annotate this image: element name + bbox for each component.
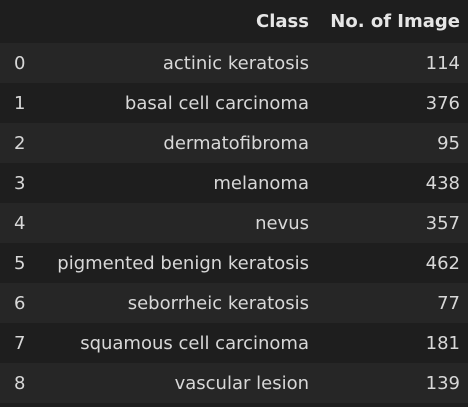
row-index: 4 (14, 212, 26, 234)
row-index: 2 (14, 132, 26, 154)
count-column-header: No. of Image (330, 11, 460, 32)
table-body: 0 actinic keratosis 114 1 basal cell car… (0, 43, 468, 403)
row-index: 7 (14, 332, 26, 354)
row-index: 0 (14, 52, 26, 74)
table-row: 0 actinic keratosis 114 (0, 43, 468, 83)
dataframe-table: Class No. of Image 0 actinic keratosis 1… (0, 0, 468, 403)
class-cell: nevus (255, 212, 309, 234)
table-header: Class No. of Image (0, 0, 468, 43)
dataframe-output: Class No. of Image 0 actinic keratosis 1… (0, 0, 468, 407)
table-row: 4 nevus 357 (0, 203, 468, 243)
index-column-header (0, 0, 40, 43)
count-cell: 77 (437, 292, 460, 314)
row-index: 8 (14, 372, 26, 394)
count-cell: 438 (425, 172, 460, 194)
table-row: 7 squamous cell carcinoma 181 (0, 323, 468, 363)
class-cell: pigmented benign keratosis (57, 252, 309, 274)
class-cell: dermatofibroma (163, 132, 309, 154)
class-cell: vascular lesion (174, 372, 309, 394)
table-row: 3 melanoma 438 (0, 163, 468, 203)
row-index: 6 (14, 292, 26, 314)
class-cell: melanoma (213, 172, 309, 194)
class-column-header: Class (256, 11, 309, 32)
table-row: 2 dermatofibroma 95 (0, 123, 468, 163)
count-cell: 181 (425, 332, 460, 354)
table-row: 8 vascular lesion 139 (0, 363, 468, 403)
count-cell: 376 (425, 92, 460, 114)
class-cell: actinic keratosis (162, 52, 309, 74)
row-index: 5 (14, 252, 26, 274)
row-index: 3 (14, 172, 26, 194)
count-cell: 114 (425, 52, 460, 74)
table-row: 1 basal cell carcinoma 376 (0, 83, 468, 123)
class-cell: seborrheic keratosis (127, 292, 309, 314)
table-row: 6 seborrheic keratosis 77 (0, 283, 468, 323)
count-cell: 462 (425, 252, 460, 274)
class-cell: squamous cell carcinoma (80, 332, 309, 354)
count-cell: 357 (425, 212, 460, 234)
table-row: 5 pigmented benign keratosis 462 (0, 243, 468, 283)
count-cell: 139 (425, 372, 460, 394)
row-index: 1 (14, 92, 26, 114)
header-row: Class No. of Image (0, 0, 468, 43)
count-cell: 95 (437, 132, 460, 154)
class-cell: basal cell carcinoma (124, 92, 309, 114)
